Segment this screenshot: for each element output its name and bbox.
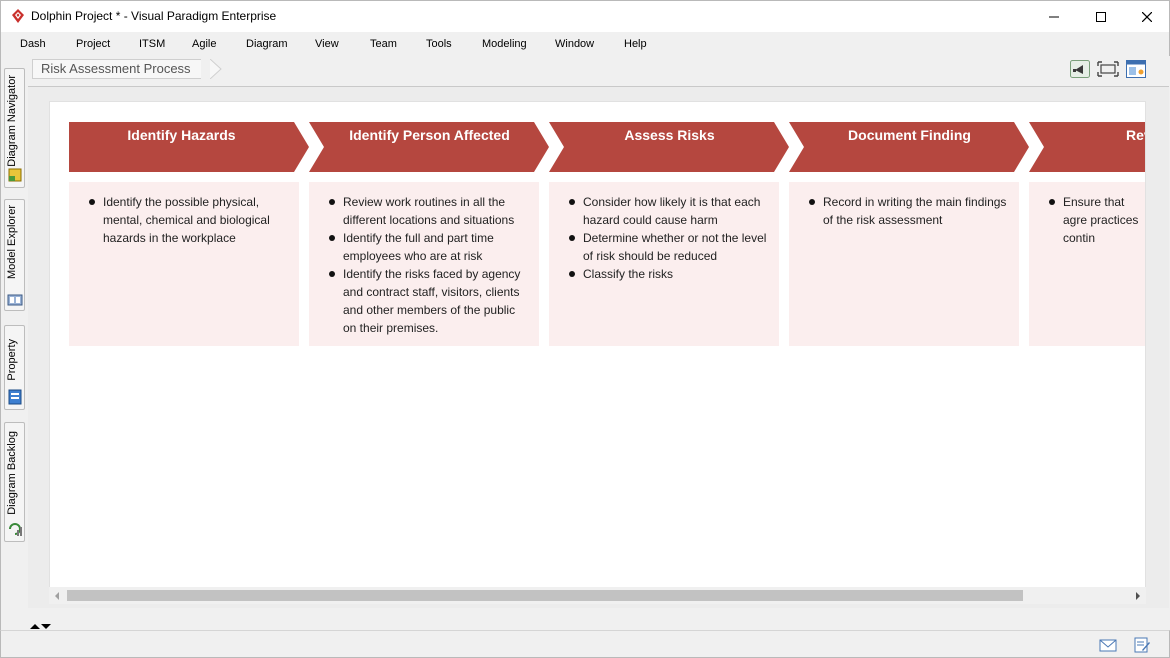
step-bullet: Review work routines in all the differen… (329, 193, 529, 229)
announcement-button[interactable] (1069, 59, 1091, 79)
menu-modeling[interactable]: Modeling (482, 38, 527, 50)
step-bullet: Record in writing the main findings of t… (809, 193, 1009, 229)
tab-model-explorer-label: Model Explorer (6, 205, 18, 279)
step-bullet-list: Ensure that agre practices contin (1049, 193, 1145, 247)
step-bullet-list: Review work routines in all the differen… (329, 193, 529, 337)
step-bullet: Identify the possible physical, mental, … (89, 193, 289, 247)
step-bullet: Identify the full and part time employee… (329, 229, 529, 265)
step-header[interactable]: Rev (1029, 122, 1145, 172)
diagram-backlog-icon (9, 523, 22, 536)
step-bullet: Consider how likely it is that each haza… (569, 193, 769, 229)
chevron-left-icon (55, 591, 59, 600)
step-header[interactable]: Document Finding (789, 122, 1031, 172)
scrollbar-thumb[interactable] (67, 590, 1023, 601)
step-details: Record in writing the main findings of t… (789, 182, 1019, 346)
menu-itsm[interactable]: ITSM (139, 38, 165, 50)
step-bullet-list: Identify the possible physical, mental, … (89, 193, 289, 247)
step-details: Ensure that agre practices contin (1029, 182, 1145, 346)
step-bullet: Determine whether or not the level of ri… (569, 229, 769, 265)
visual-paradigm-logo-icon (12, 9, 24, 23)
step-bullet-list: Consider how likely it is that each haza… (569, 193, 769, 283)
title-bar: Dolphin Project * - Visual Paradigm Ente… (0, 0, 1170, 32)
layout-panel-icon (1126, 60, 1146, 78)
tab-property[interactable]: Property (4, 325, 25, 410)
step-title: Identify Person Affected (349, 127, 510, 143)
step-title: Document Finding (848, 127, 971, 143)
step-bullet: Classify the risks (569, 265, 769, 283)
pane-toggle[interactable] (29, 620, 55, 630)
step-title: Identify Hazards (127, 127, 236, 143)
diagram-navigator-icon (8, 168, 22, 182)
edit-note-icon[interactable] (1133, 637, 1151, 653)
menu-bar: Dash Project ITSM Agile Diagram View Tea… (0, 32, 1170, 56)
layout-panel-button[interactable] (1125, 59, 1147, 79)
property-icon (8, 389, 22, 405)
maximize-icon (1096, 11, 1106, 22)
close-icon (1142, 11, 1152, 22)
tab-property-label: Property (6, 339, 18, 381)
tab-model-explorer[interactable]: Model Explorer (4, 199, 25, 311)
step-title: Rev (1126, 127, 1145, 143)
menu-help[interactable]: Help (624, 38, 647, 50)
model-explorer-icon (7, 294, 23, 306)
menu-team[interactable]: Team (370, 38, 397, 50)
minimize-button[interactable] (1031, 1, 1077, 32)
diagram-viewport: Identify Hazards Identify the possible p… (28, 86, 1169, 608)
menu-view[interactable]: View (315, 38, 339, 50)
fit-diagram-icon (1097, 61, 1119, 77)
menu-project[interactable]: Project (76, 38, 110, 50)
step-details: Review work routines in all the differen… (309, 182, 539, 346)
horizontal-scrollbar[interactable] (49, 587, 1146, 604)
menu-diagram[interactable]: Diagram (246, 38, 288, 50)
diagram-canvas[interactable]: Identify Hazards Identify the possible p… (49, 101, 1146, 588)
tab-diagram-backlog-label: Diagram Backlog (6, 431, 18, 515)
close-button[interactable] (1124, 1, 1170, 32)
step-details: Identify the possible physical, mental, … (69, 182, 299, 346)
tab-diagram-navigator[interactable]: Diagram Navigator (4, 68, 25, 188)
announcement-icon (1070, 60, 1090, 78)
breadcrumb-diagram[interactable]: Risk Assessment Process (32, 59, 201, 79)
maximize-button[interactable] (1078, 1, 1124, 32)
chevron-right-icon (1136, 591, 1140, 600)
step-bullet: Identify the risks faced by agency and c… (329, 265, 529, 337)
mail-icon[interactable] (1099, 637, 1117, 653)
fit-diagram-button[interactable] (1097, 59, 1119, 79)
tab-diagram-backlog[interactable]: Diagram Backlog (4, 422, 25, 542)
step-title: Assess Risks (624, 127, 715, 143)
menu-tools[interactable]: Tools (426, 38, 452, 50)
tab-diagram-navigator-label: Diagram Navigator (6, 75, 18, 167)
step-bullet-list: Record in writing the main findings of t… (809, 193, 1009, 229)
menu-agile[interactable]: Agile (192, 38, 216, 50)
breadcrumb-arrow-icon (210, 59, 222, 79)
step-details: Consider how likely it is that each haza… (549, 182, 779, 346)
minimize-icon (1049, 16, 1059, 17)
scroll-right-button[interactable] (1133, 590, 1143, 601)
window-title: Dolphin Project * - Visual Paradigm Ente… (31, 9, 277, 23)
menu-dash[interactable]: Dash (20, 38, 46, 50)
step-header[interactable]: Identify Person Affected (309, 122, 551, 172)
breadcrumb-bar: Risk Assessment Process (26, 56, 1169, 82)
menu-window[interactable]: Window (555, 38, 594, 50)
step-header[interactable]: Identify Hazards (69, 122, 311, 172)
step-bullet: Ensure that agre practices contin (1049, 193, 1139, 247)
scroll-left-button[interactable] (52, 590, 62, 601)
step-header[interactable]: Assess Risks (549, 122, 791, 172)
side-panel-strip: Diagram Navigator Model Explorer Propert… (0, 56, 26, 658)
status-bar (0, 630, 1170, 658)
